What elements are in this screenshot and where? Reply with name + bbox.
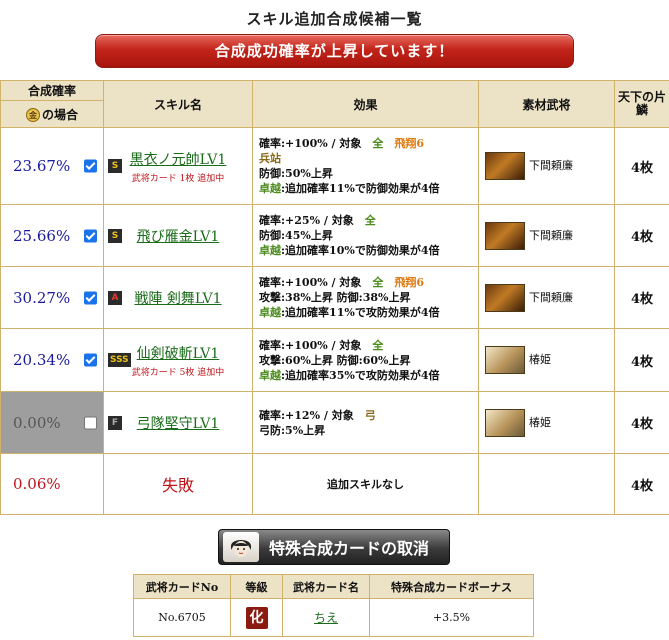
rate-cell: 0.00%	[0, 391, 104, 454]
fail-rate-cell: 0.06%	[0, 453, 104, 515]
grade-badge: 化	[245, 606, 268, 629]
tenka-count: 4枚	[614, 127, 669, 205]
rate-cell: 25.66%	[0, 204, 104, 267]
rank-badge: A	[108, 290, 122, 305]
skill-cell: A 戦陣 剣舞LV1	[103, 266, 253, 329]
cancel-special-card-button[interactable]: 特殊合成カードの取消	[218, 529, 450, 565]
header-tenka: 天下の片鱗	[614, 80, 669, 128]
skill-cell: F 弓隊堅守LV1	[103, 391, 253, 454]
rate-cell: 23.67%	[0, 127, 104, 205]
general-portrait	[485, 346, 525, 374]
rate-value: 25.66%	[13, 226, 71, 245]
card-grade-cell: 化	[230, 598, 283, 637]
effect-cell: 確率:+25% / 対象 全 防御:45%上昇 卓越:追加確率10%で防御効果が…	[252, 204, 479, 267]
general-portrait	[485, 408, 525, 437]
rate-value: 0.00%	[13, 413, 61, 432]
page-title: スキル追加合成候補一覧	[246, 10, 423, 28]
card-no: No.6705	[133, 598, 231, 637]
skill-checkbox[interactable]	[84, 416, 97, 429]
rank-badge: S	[108, 228, 122, 243]
tenka-count: 4枚	[614, 328, 669, 392]
cancel-button-label: 特殊合成カードの取消	[269, 539, 430, 558]
header-skill: スキル名	[103, 80, 253, 128]
material-general[interactable]: 下間頼廉	[478, 204, 615, 267]
skill-checkbox[interactable]	[84, 353, 97, 367]
rate-value: 30.27%	[13, 288, 71, 307]
card-header-bonus: 特殊合成カードボーナス	[369, 574, 534, 599]
fail-material	[478, 453, 615, 515]
header-rate: 合成確率	[0, 80, 104, 101]
skill-cell: S 飛び雁金LV1	[103, 204, 253, 267]
rate-value: 20.34%	[13, 351, 71, 369]
effect-cell: 確率:+12% / 対象 弓 弓防:5%上昇	[252, 391, 479, 454]
skill-link[interactable]: 弓隊堅守LV1	[104, 413, 252, 433]
header-material: 素材武将	[478, 80, 615, 128]
tenka-count: 4枚	[614, 266, 669, 329]
card-header-no: 武将カードNo	[133, 574, 231, 599]
rate-cell: 20.34%	[0, 328, 104, 392]
rank-badge: S	[108, 159, 122, 173]
skill-candidate-table: 合成確率 スキル名 効果 素材武将 天下の片鱗 金の場合 23.67% S 黒衣…	[0, 80, 669, 515]
material-general[interactable]: 椿姫	[478, 391, 615, 454]
character-face-icon	[223, 532, 259, 562]
header-effect: 効果	[252, 80, 479, 128]
skill-checkbox[interactable]	[84, 291, 97, 304]
skill-link[interactable]: 飛び雁金LV1	[104, 226, 252, 246]
card-name-link[interactable]: ちえ	[314, 611, 338, 625]
material-general[interactable]: 下間頼廉	[478, 127, 615, 205]
rank-badge: F	[108, 415, 122, 430]
rate-cell: 30.27%	[0, 266, 104, 329]
added-card-note: 武将カード 1枚 追加中	[131, 173, 225, 184]
fail-effect: 追加スキルなし	[252, 453, 479, 515]
card-row: No.6705 化 ちえ +3.5%	[133, 598, 534, 637]
card-header-name: 武将カード名	[282, 574, 370, 599]
fail-label: 失敗	[103, 453, 253, 515]
effect-cell: 確率:+100% / 対象 全 攻撃:60%上昇 防御:60%上昇 卓越:追加確…	[252, 328, 479, 392]
skill-checkbox[interactable]	[84, 159, 97, 173]
table-row: 25.66% S 飛び雁金LV1 確率:+25% / 対象 全 防御:45%上昇…	[0, 204, 669, 267]
skill-cell: SSS 仙剣破斬LV1 武将カード 5枚 追加中	[103, 328, 253, 392]
header-rate-gold: 金の場合	[0, 100, 104, 128]
general-portrait	[485, 283, 525, 312]
skill-cell: S 黒衣ノ元帥LV1 武将カード 1枚 追加中	[103, 127, 253, 205]
table-row: 20.34% SSS 仙剣破斬LV1 武将カード 5枚 追加中 確率:+100%…	[0, 328, 669, 392]
gold-badge-icon: 金	[25, 108, 40, 122]
tenka-count: 4枚	[614, 204, 669, 267]
general-portrait	[485, 221, 525, 250]
probability-up-banner: 合成成功確率が上昇しています！	[95, 34, 574, 68]
skill-link[interactable]: 黒衣ノ元帥LV1	[104, 149, 252, 169]
skill-link[interactable]: 戦陣 剣舞LV1	[104, 288, 252, 308]
table-row-fail: 0.06% 失敗 追加スキルなし 4枚	[0, 453, 669, 515]
table-row: 30.27% A 戦陣 剣舞LV1 確率:+100% / 対象 全 飛翔6 攻撃…	[0, 266, 669, 329]
rate-value: 23.67%	[13, 157, 71, 175]
card-header-grade: 等級	[230, 574, 283, 599]
tenka-count: 4枚	[614, 391, 669, 454]
general-portrait	[485, 152, 525, 180]
special-card-table: 武将カードNo 等級 武将カード名 特殊合成カードボーナス No.6705 化 …	[133, 574, 534, 637]
tenka-count: 4枚	[614, 453, 669, 515]
card-name-cell: ちえ	[282, 598, 370, 637]
table-row: 0.00% F 弓隊堅守LV1 確率:+12% / 対象 弓 弓防:5%上昇 椿…	[0, 391, 669, 454]
material-general[interactable]: 下間頼廉	[478, 266, 615, 329]
material-general[interactable]: 椿姫	[478, 328, 615, 392]
skill-checkbox[interactable]	[84, 229, 97, 242]
effect-cell: 確率:+100% / 対象 全 飛翔6 攻撃:38%上昇 防御:38%上昇 卓越…	[252, 266, 479, 329]
table-row: 23.67% S 黒衣ノ元帥LV1 武将カード 1枚 追加中 確率:+100% …	[0, 127, 669, 205]
card-bonus: +3.5%	[369, 598, 534, 637]
fail-rate-value: 0.06%	[13, 475, 61, 493]
rank-badge: SSS	[108, 353, 131, 367]
effect-cell: 確率:+100% / 対象 全 飛翔6 兵站 防御:50%上昇 卓越:追加確率1…	[252, 127, 479, 205]
